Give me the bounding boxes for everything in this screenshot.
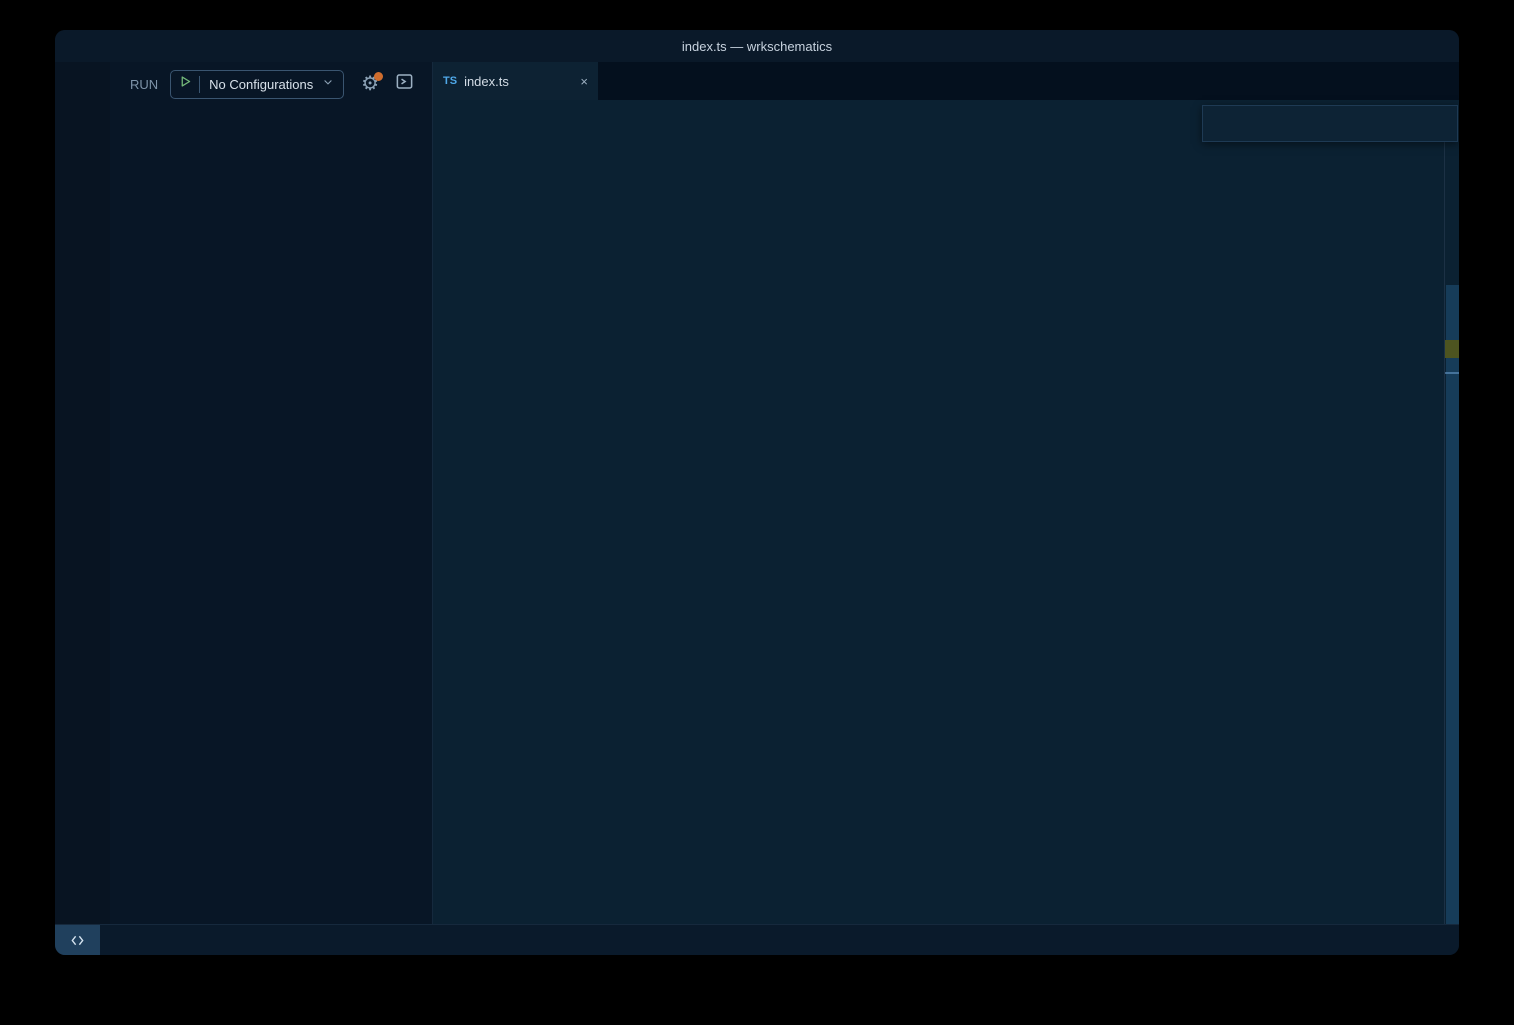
vscode-window: index.ts — wrkschematics RUN No Configur…	[55, 30, 1459, 955]
tab-label: index.ts	[464, 74, 574, 89]
window-title: index.ts — wrkschematics	[55, 39, 1459, 54]
debug-toolbar	[1202, 105, 1458, 142]
debug-console-icon[interactable]	[395, 72, 414, 96]
gear-notification-dot	[374, 72, 383, 81]
editor-group: TS index.ts ×	[433, 62, 1459, 925]
editor-scrollbar[interactable]	[1444, 126, 1459, 925]
typescript-file-icon: TS	[443, 75, 457, 87]
titlebar: index.ts — wrkschematics	[55, 30, 1459, 62]
run-toolbar: RUN No Configurations ⚙	[110, 62, 432, 106]
status-bar	[55, 924, 1459, 955]
remote-indicator[interactable]	[55, 925, 100, 955]
code-editor[interactable]	[433, 126, 1459, 925]
tab-bar: TS index.ts ×	[433, 62, 1459, 100]
remote-icon	[70, 933, 85, 948]
debug-sidebar: RUN No Configurations ⚙	[110, 62, 433, 925]
start-debug-icon	[179, 75, 192, 93]
current-line-marker	[1445, 340, 1459, 358]
debug-settings-gear-icon[interactable]: ⚙	[361, 74, 379, 94]
close-tab-icon[interactable]: ×	[580, 74, 588, 89]
selection-marker	[1445, 372, 1459, 374]
configuration-name: No Configurations	[209, 77, 322, 92]
run-label: RUN	[130, 77, 158, 92]
launch-configuration-dropdown[interactable]: No Configurations	[170, 70, 344, 99]
tab-index-ts[interactable]: TS index.ts ×	[433, 62, 598, 100]
scrollbar-thumb[interactable]	[1446, 285, 1459, 925]
chevron-down-icon	[322, 75, 334, 93]
activity-bar	[55, 62, 110, 925]
